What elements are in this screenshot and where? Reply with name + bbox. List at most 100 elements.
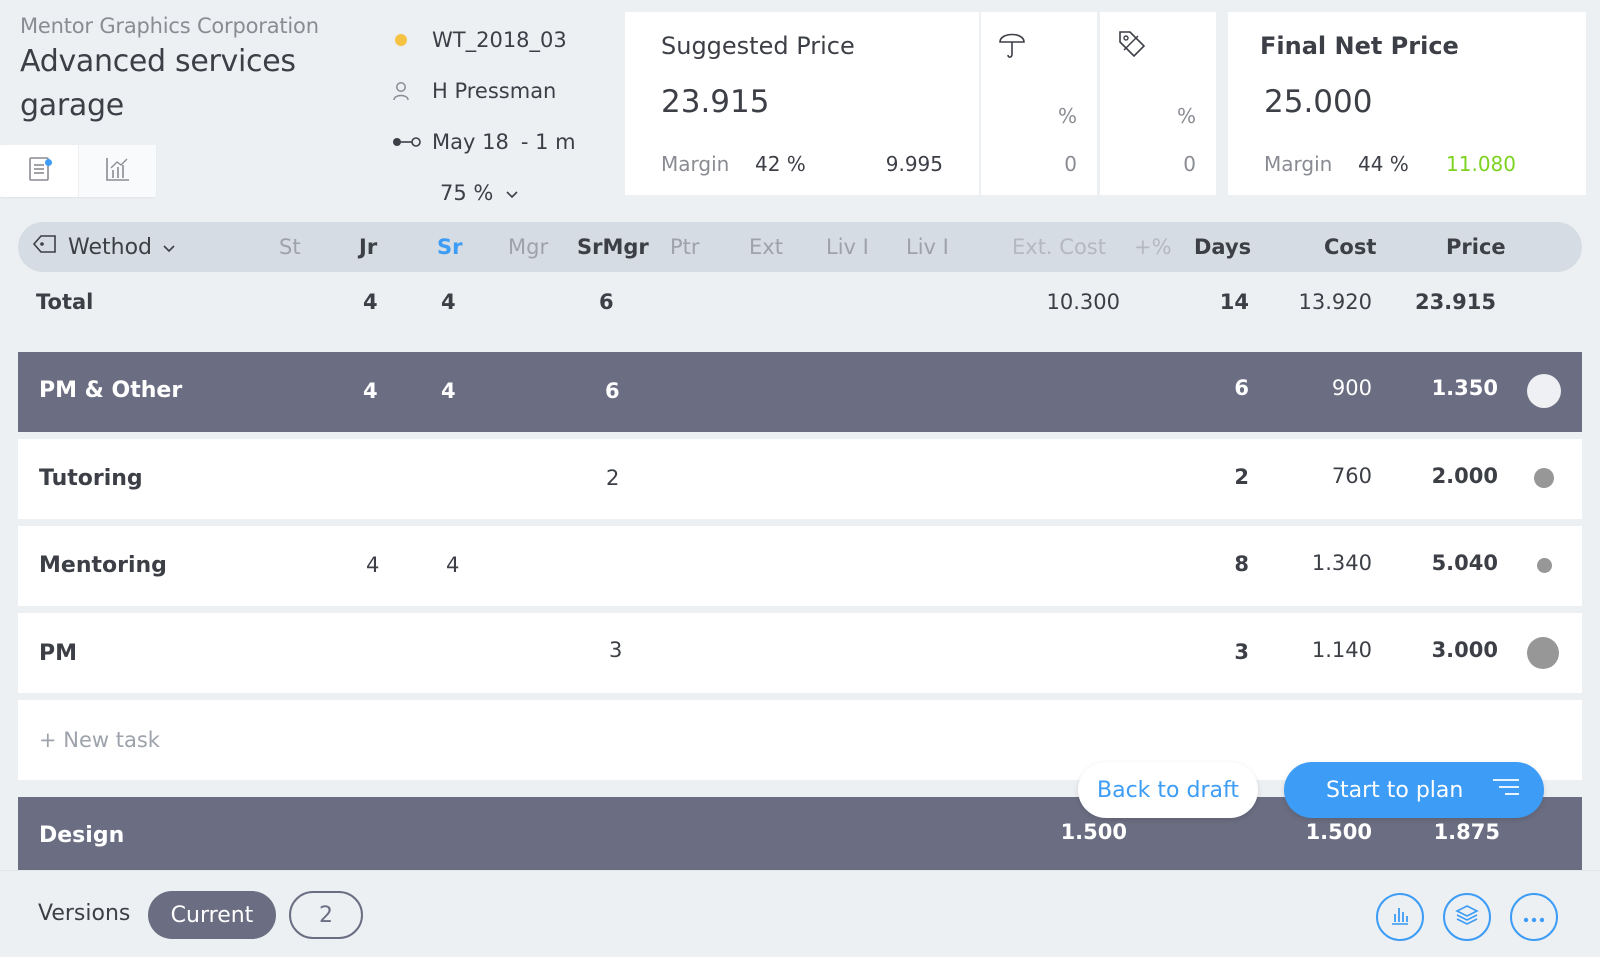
contingency-pct-input[interactable]: % <box>1058 104 1077 128</box>
project-owner[interactable]: H Pressman <box>392 65 612 116</box>
group-row-pm-other[interactable]: PM & Other 4 4 6 6 900 1.350 <box>18 352 1582 432</box>
suggested-price-value: 23.915 <box>661 84 770 120</box>
group-name: PM & Other <box>39 378 183 403</box>
col-jr[interactable]: Jr <box>359 222 377 272</box>
task-price: 3.000 <box>1431 638 1498 662</box>
task-row-mentoring[interactable]: Mentoring 4 4 8 1.340 5.040 <box>18 526 1582 606</box>
group-jr: 4 <box>363 379 378 403</box>
back-to-draft-button[interactable]: Back to draft <box>1078 762 1258 818</box>
task-days: 8 <box>1234 552 1249 576</box>
chevron-down-icon <box>505 181 519 205</box>
new-task-button[interactable]: + New task <box>39 728 160 752</box>
contingency-value: 0 <box>1064 152 1077 176</box>
umbrella-icon <box>997 28 1027 64</box>
user-icon <box>392 81 432 101</box>
more-icon <box>1522 908 1546 927</box>
layers-button[interactable] <box>1443 893 1491 941</box>
col-st[interactable]: St <box>279 222 301 272</box>
discount-pct-input[interactable]: % <box>1177 104 1196 128</box>
chevron-down-icon <box>162 235 176 260</box>
col-cost: Cost <box>1324 235 1377 259</box>
task-price: 2.000 <box>1431 464 1498 488</box>
task-name: Tutoring <box>39 466 143 491</box>
discount-value: 0 <box>1183 152 1196 176</box>
suggested-price-card: Suggested Price 23.915 Margin 42 % 9.995 <box>625 12 979 195</box>
tag-icon <box>32 233 58 261</box>
total-label: Total <box>36 290 94 314</box>
start-to-plan-label: Start to plan <box>1326 777 1464 803</box>
task-days: 2 <box>1234 465 1249 489</box>
total-row: Total 4 4 6 10.300 14 13.920 23.915 <box>18 280 1582 324</box>
version-2-button[interactable]: 2 <box>289 891 363 939</box>
probability-value: 75 % <box>440 180 494 205</box>
chart-view-button[interactable] <box>78 145 156 197</box>
group-status-circle[interactable] <box>1527 374 1561 408</box>
group-price: 1.350 <box>1431 376 1498 400</box>
project-code-value: WT_2018_03 <box>432 27 567 52</box>
col-srmgr[interactable]: SrMgr <box>577 222 649 272</box>
start-to-plan-button[interactable]: Start to plan <box>1284 762 1544 818</box>
task-weight-circle <box>1534 468 1554 488</box>
task-row-tutoring[interactable]: Tutoring 2 2 760 2.000 <box>18 439 1582 519</box>
group-sr: 4 <box>441 379 456 403</box>
document-view-button[interactable] <box>0 145 78 197</box>
task-weight-circle <box>1537 558 1552 573</box>
suggested-margin-pct: 42 % <box>755 152 806 176</box>
col-mgr[interactable]: Mgr <box>508 222 548 272</box>
group-ext-cost: 1.500 <box>1060 820 1127 844</box>
total-srmgr: 6 <box>599 290 614 314</box>
group-price: 1.875 <box>1433 820 1500 844</box>
group-srmgr: 6 <box>605 379 620 403</box>
task-cost: 760 <box>1331 464 1372 488</box>
more-button[interactable] <box>1510 893 1558 941</box>
col-liv-1[interactable]: Liv I <box>826 222 869 272</box>
col-days: Days <box>1194 235 1252 259</box>
final-margin-label: Margin <box>1264 152 1333 176</box>
method-select[interactable]: Wethod <box>32 222 176 272</box>
start-date: May 18 <box>432 129 509 154</box>
project-code: WT_2018_03 <box>392 14 612 65</box>
task-srmgr[interactable]: 3 <box>609 638 622 662</box>
view-toggle <box>0 145 156 197</box>
price-tag-icon <box>1116 28 1148 64</box>
report-button[interactable] <box>1376 893 1424 941</box>
versions-footer: Versions Current 2 <box>0 870 1600 957</box>
task-days: 3 <box>1234 640 1249 664</box>
group-cost: 900 <box>1331 376 1372 400</box>
group-cost: 1.500 <box>1305 820 1372 844</box>
task-name: Mentoring <box>39 553 167 578</box>
col-liv-2[interactable]: Liv I <box>906 222 949 272</box>
discount-card: % 0 <box>1100 12 1216 195</box>
task-weight-circle <box>1527 637 1559 669</box>
task-srmgr[interactable]: 2 <box>606 466 619 490</box>
col-ext[interactable]: Ext <box>749 222 783 272</box>
col-markup: +% <box>1134 235 1172 259</box>
col-price: Price <box>1446 235 1506 259</box>
total-cost: 13.920 <box>1298 290 1372 314</box>
company-name: Mentor Graphics Corporation <box>20 14 319 38</box>
col-sr[interactable]: Sr <box>437 222 462 272</box>
final-margin-value: 11.080 <box>1446 152 1516 176</box>
task-jr[interactable]: 4 <box>366 553 379 577</box>
task-row-pm[interactable]: PM 3 3 1.140 3.000 <box>18 613 1582 693</box>
probability-select[interactable]: 75 % <box>392 167 612 218</box>
final-price-value[interactable]: 25.000 <box>1264 84 1372 120</box>
group-name: Design <box>39 823 125 848</box>
task-sr[interactable]: 4 <box>446 553 459 577</box>
project-meta: WT_2018_03 H Pressman May 18 - 1 m 75 % <box>392 14 612 218</box>
notification-dot <box>45 159 52 166</box>
total-days: 14 <box>1219 290 1249 314</box>
project-title: Advanced services garage <box>20 44 296 123</box>
bar-chart-icon <box>1389 904 1411 930</box>
task-price: 5.040 <box>1431 551 1498 575</box>
col-ext-cost: Ext. Cost <box>1012 235 1106 259</box>
chart-icon <box>105 156 131 186</box>
task-cost: 1.140 <box>1311 638 1372 662</box>
col-ptr[interactable]: Ptr <box>670 222 700 272</box>
project-timeline[interactable]: May 18 - 1 m <box>392 116 612 167</box>
total-ext-cost: 10.300 <box>1046 290 1120 314</box>
version-current-button[interactable]: Current <box>148 891 276 939</box>
task-cost: 1.340 <box>1311 551 1372 575</box>
total-price: 23.915 <box>1414 290 1496 314</box>
task-name: PM <box>39 641 78 666</box>
